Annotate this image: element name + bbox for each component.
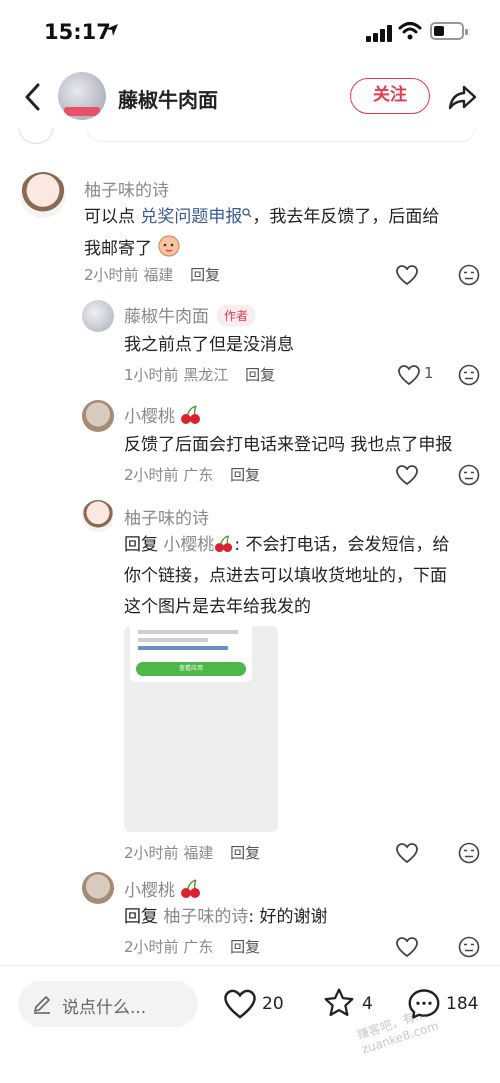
cherry-icon bbox=[181, 405, 201, 424]
avatar[interactable] bbox=[82, 872, 114, 904]
share-icon[interactable] bbox=[446, 82, 478, 112]
search-icon bbox=[242, 208, 252, 218]
favorite-count: 4 bbox=[362, 994, 373, 1014]
heart-icon[interactable] bbox=[395, 264, 419, 286]
dislike-face-icon[interactable] bbox=[458, 936, 480, 958]
mention-link[interactable]: 小樱桃 bbox=[163, 535, 234, 555]
like-count: 20 bbox=[262, 994, 284, 1014]
cherry-icon bbox=[181, 879, 201, 898]
reply-button[interactable]: 回复 bbox=[230, 466, 260, 484]
top-nav-bar: 藤椒牛肉面 关注 bbox=[0, 64, 500, 128]
previous-comment-edge bbox=[0, 128, 500, 148]
location-arrow-icon bbox=[106, 24, 118, 36]
dislike-face-icon[interactable] bbox=[458, 842, 480, 864]
comment-text: 我之前点了但是没消息 bbox=[124, 335, 294, 355]
mention-link[interactable]: 柚子味的诗 bbox=[163, 907, 248, 927]
reply-button[interactable]: 回复 bbox=[245, 366, 275, 384]
view-app-button: 查看应用 bbox=[136, 662, 246, 676]
comment-author[interactable]: 小樱桃 bbox=[124, 876, 202, 901]
comment-meta: 2小时前 广东 回复 bbox=[124, 938, 261, 956]
avatar[interactable] bbox=[82, 300, 114, 332]
follow-button[interactable]: 关注 bbox=[350, 78, 430, 114]
reply-button[interactable]: 回复 bbox=[230, 844, 260, 862]
face-emoji-icon bbox=[158, 235, 181, 257]
comment-author[interactable]: 藤椒牛肉面 作者 bbox=[124, 302, 256, 327]
comment-meta: 2小时前 福建 回复 bbox=[124, 844, 261, 862]
comment-meta: 2小时前 福建 回复 bbox=[84, 266, 221, 284]
wifi-icon bbox=[398, 22, 422, 40]
status-bar: 15:17 bbox=[0, 0, 500, 64]
comment-author[interactable]: 柚子味的诗 bbox=[124, 504, 209, 529]
like-count: 1 bbox=[424, 364, 434, 382]
cellular-signal-icon bbox=[366, 24, 392, 42]
author-badge: 作者 bbox=[217, 305, 256, 326]
reply-button[interactable]: 回复 bbox=[230, 938, 260, 956]
heart-icon[interactable] bbox=[395, 936, 419, 958]
comment-text: 反馈了后面会打电话来登记吗 我也点了申报 bbox=[124, 435, 453, 455]
sms-preview: 查看应用 bbox=[130, 626, 252, 682]
report-link[interactable]: 兑奖问题申报 bbox=[140, 207, 252, 227]
comment-author[interactable]: 柚子味的诗 bbox=[84, 176, 169, 201]
heart-icon[interactable] bbox=[395, 842, 419, 864]
avatar[interactable] bbox=[82, 400, 114, 432]
heart-icon[interactable] bbox=[395, 464, 419, 486]
comment-meta: 1小时前 黑龙江 回复 bbox=[124, 366, 276, 384]
avatar[interactable] bbox=[20, 172, 66, 218]
author-name[interactable]: 藤椒牛肉面 bbox=[118, 84, 218, 113]
comment-text: 可以点 兑奖问题申报 ，我去年反馈了，后面给 我邮寄了 bbox=[84, 207, 440, 259]
comment-input[interactable]: 说点什么... bbox=[18, 981, 198, 1027]
heart-icon bbox=[224, 989, 256, 1019]
comment-text: 回复 柚子味的诗: 好的谢谢 bbox=[124, 907, 328, 927]
reply-button[interactable]: 回复 bbox=[190, 266, 220, 284]
dislike-face-icon[interactable] bbox=[458, 264, 480, 286]
comment-author[interactable]: 小樱桃 bbox=[124, 402, 202, 427]
back-arrow-icon[interactable] bbox=[18, 80, 48, 114]
comment-text: 回复 小樱桃: 不会打电话，会发短信，给 你个链接，点进去可以填收货地址的，下面… bbox=[124, 535, 450, 617]
comment-meta: 2小时前 广东 回复 bbox=[124, 466, 261, 484]
pen-icon bbox=[34, 996, 50, 1014]
battery-icon bbox=[430, 22, 468, 40]
like-button[interactable]: 20 bbox=[222, 986, 292, 1026]
author-avatar[interactable] bbox=[58, 72, 106, 120]
star-icon bbox=[324, 988, 354, 1017]
avatar[interactable] bbox=[82, 500, 114, 532]
comment-image[interactable]: 查看应用 bbox=[124, 626, 278, 832]
status-time: 15:17 bbox=[44, 20, 111, 44]
dislike-face-icon[interactable] bbox=[458, 464, 480, 486]
heart-icon[interactable] bbox=[397, 364, 421, 386]
input-placeholder: 说点什么... bbox=[62, 998, 147, 1018]
cherry-icon bbox=[215, 535, 233, 553]
dislike-face-icon[interactable] bbox=[458, 364, 480, 386]
